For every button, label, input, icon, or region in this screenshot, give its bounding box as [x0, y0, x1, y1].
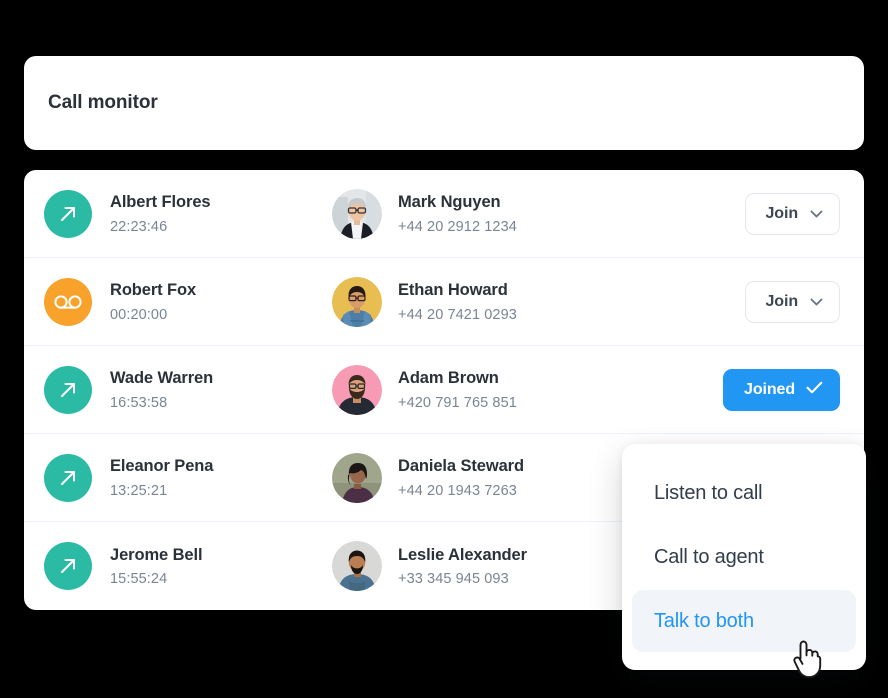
contact-phone: +44 20 2912 1234 [398, 218, 517, 235]
call-duration: 16:53:58 [110, 394, 168, 411]
avatar [332, 188, 382, 239]
contact-phone: +33 345 945 093 [398, 571, 509, 588]
table-row[interactable]: Wade Warren 16:53:58 Adam Brown +420 791… [24, 346, 864, 434]
page-title: Call monitor [48, 92, 158, 113]
table-row[interactable]: Albert Flores 22:23:46 Mark Nguyen +44 2… [24, 170, 864, 258]
contact-name: Daniela Steward [398, 457, 524, 476]
contact-phone: +420 791 765 851 [398, 394, 517, 411]
voicemail-icon [44, 277, 92, 326]
caller-info: Eleanor Pena 13:25:21 [110, 456, 332, 499]
header-card: Call monitor [24, 56, 864, 150]
call-duration: 00:20:00 [110, 306, 168, 323]
contact-text: Leslie Alexander +33 345 945 093 [398, 545, 527, 588]
row-action: Joined [723, 368, 840, 411]
caller-info: Jerome Bell 15:55:24 [110, 545, 332, 588]
menu-item-talk-to-both[interactable]: Talk to both [632, 590, 856, 652]
outgoing-call-icon [44, 365, 92, 414]
caller-info: Wade Warren 16:53:58 [110, 368, 332, 411]
call-action-dropdown: Listen to call Call to agent Talk to bot… [622, 444, 866, 670]
avatar [332, 452, 382, 503]
menu-item-listen-to-call[interactable]: Listen to call [632, 462, 856, 524]
contact-name: Leslie Alexander [398, 545, 527, 564]
table-row[interactable]: Robert Fox 00:20:00 Ethan Howard +44 20 … [24, 258, 864, 346]
row-action: Join [744, 192, 840, 235]
call-duration: 13:25:21 [110, 482, 168, 499]
chevron-down-icon [810, 205, 823, 223]
join-button[interactable]: Join [744, 280, 840, 323]
contact-info: Ethan Howard +44 20 7421 0293 [332, 276, 745, 327]
contact-text: Daniela Steward +44 20 1943 7263 [398, 456, 524, 499]
contact-phone: +44 20 1943 7263 [398, 482, 517, 499]
outgoing-call-icon [44, 453, 92, 502]
contact-info: Adam Brown +420 791 765 851 [332, 364, 723, 415]
caller-name: Jerome Bell [110, 545, 203, 564]
contact-name: Mark Nguyen [398, 193, 501, 212]
contact-name: Ethan Howard [398, 281, 508, 300]
avatar [332, 276, 382, 327]
joined-button-label: Joined [744, 380, 795, 398]
caller-name: Albert Flores [110, 193, 211, 212]
contact-text: Adam Brown +420 791 765 851 [398, 368, 517, 411]
caller-info: Robert Fox 00:20:00 [110, 280, 332, 323]
join-button-label: Join [765, 292, 799, 310]
contact-name: Adam Brown [398, 369, 499, 388]
join-button-label: Join [765, 204, 799, 222]
avatar [332, 364, 382, 415]
caller-name: Robert Fox [110, 281, 197, 300]
caller-name: Wade Warren [110, 369, 214, 388]
call-duration: 15:55:24 [110, 571, 168, 588]
avatar [332, 541, 382, 591]
menu-item-call-to-agent[interactable]: Call to agent [632, 526, 856, 588]
call-duration: 22:23:46 [110, 218, 168, 235]
outgoing-call-icon [44, 189, 92, 238]
screenshot-stage: Call monitor Albert Flores 22:23:46 Mark… [0, 0, 888, 698]
caller-info: Albert Flores 22:23:46 [110, 192, 332, 235]
row-action: Join [744, 280, 840, 323]
joined-button[interactable]: Joined [723, 368, 840, 411]
outgoing-call-icon [44, 542, 92, 590]
contact-info: Mark Nguyen +44 20 2912 1234 [332, 188, 745, 239]
chevron-down-icon [810, 293, 823, 311]
contact-text: Ethan Howard +44 20 7421 0293 [398, 280, 517, 323]
join-button[interactable]: Join [744, 192, 840, 235]
check-icon [806, 381, 823, 399]
contact-text: Mark Nguyen +44 20 2912 1234 [398, 192, 517, 235]
contact-phone: +44 20 7421 0293 [398, 306, 517, 323]
caller-name: Eleanor Pena [110, 457, 214, 476]
